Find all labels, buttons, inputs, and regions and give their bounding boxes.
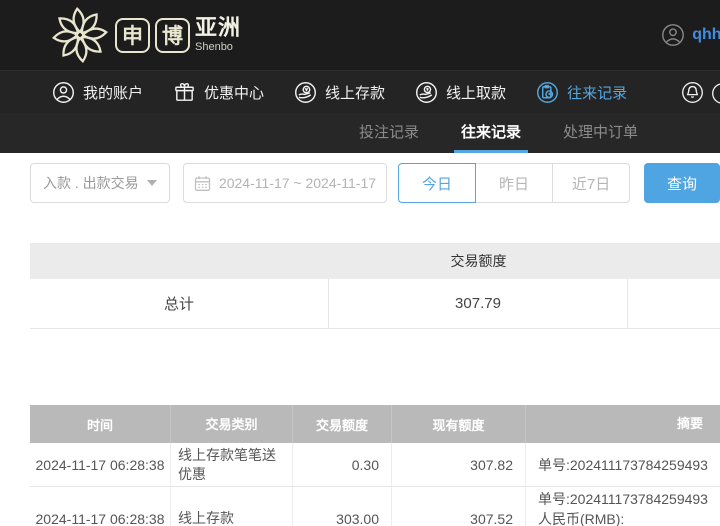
summary-total-label: 总计 [30,279,329,328]
quick-date-group: 今日 昨日 近7日 [398,163,631,203]
deposit-icon [295,81,317,103]
cell-summary: 单号:202411173784259493 [526,443,720,486]
username[interactable]: qhhw [692,26,720,44]
logo-suffix-en: Shenbo [195,41,233,53]
gift-icon [175,82,194,101]
transaction-type-select[interactable]: 入款 . 出款交易 [30,163,170,203]
main-nav: 我的账户 优惠中心 线上存款 线上取款 往来记录 [0,70,720,113]
nav-item-promotions[interactable]: 优惠中心 [173,81,264,104]
cell-balance: 307.52 [392,487,526,526]
table-row: 2024-11-17 06:28:38 线上存款 303.00 307.52 单… [30,487,720,526]
summary-line: 单号:202411173784259493 [538,490,708,507]
cell-type: 线上存款 [171,487,293,526]
nav-item-deposit[interactable]: 线上存款 [294,81,385,104]
logo-char-box: 申 [115,17,150,53]
page: 申 博 亚洲 Shenbo qhhw [0,0,720,526]
tab-label: 处理中订单 [563,124,639,141]
tab-processing-orders[interactable]: 处理中订单 [556,113,645,153]
calendar-icon [194,175,211,191]
nav-item-withdraw[interactable]: 线上取款 [415,81,506,104]
nav-notifications[interactable] [681,81,704,104]
cell-amount: 0.30 [293,443,392,486]
date-range-value: 2024-11-17 ~ 2024-11-17 [218,175,377,191]
date-range-input[interactable]: 2024-11-17 ~ 2024-11-17 [182,163,388,203]
nav-label: 线上取款 [446,84,507,102]
nav-item-records[interactable]: 往来记录 [536,81,627,104]
col-header-summary: 摘要 [676,416,703,431]
logo-suffix: 亚洲 Shenbo [195,17,241,53]
user-icon [53,81,74,103]
quick-label: 昨日 [499,175,530,193]
summary-header-row: 交易额度 [30,243,720,279]
logo-char: 申 [122,25,143,48]
tab-betting-records[interactable]: 投注记录 [352,113,426,153]
logo[interactable]: 申 博 亚洲 Shenbo [50,5,241,65]
summary-total-value: 307.79 [329,279,628,328]
tab-transaction-records[interactable]: 往来记录 [454,113,529,153]
brand-header: 申 博 亚洲 Shenbo qhhw [0,0,720,70]
records-icon [537,81,559,103]
nav-label: 往来记录 [567,84,628,102]
quick-label: 近7日 [571,175,611,193]
last-7-days-button[interactable]: 近7日 [552,163,631,203]
summary-table: 交易额度 总计 307.79 [30,243,720,329]
avatar-icon [662,24,685,46]
search-button[interactable]: 查询 [644,163,720,203]
partial-nav-icon [711,82,720,110]
summary-empty-cell [628,279,720,328]
filter-row: 入款 . 出款交易 2024-11-17 ~ 2024-11-17 今日 昨日 … [30,163,720,203]
records-table: 时间 交易类别 交易额度 现有额度 摘要 2024-11-17 06:28:38… [30,405,720,526]
table-row: 2024-11-17 06:28:38 线上存款笔笔送优惠 0.30 307.8… [30,443,720,487]
nav-label: 优惠中心 [204,84,265,102]
nav-label: 我的账户 [83,84,144,102]
cell-type: 线上存款笔笔送优惠 [171,443,293,486]
cell-amount: 303.00 [293,487,392,526]
withdraw-icon [416,81,438,103]
bell-icon [682,81,703,103]
record-tabs: 投注记录 往来记录 处理中订单 [0,113,720,153]
user-area[interactable]: qhhw [661,23,720,47]
records-header-row: 时间 交易类别 交易额度 现有额度 摘要 [30,405,720,443]
chevron-down-icon [146,180,157,186]
type-select-value: 入款 . 出款交易 [43,175,139,191]
tab-label: 往来记录 [461,124,522,141]
flower-logo-icon [52,7,108,63]
logo-char-box: 博 [155,17,190,53]
cell-summary: 单号:202411173784259493 人民币(RMB): 303 [526,487,720,526]
col-header-balance: 现有额度 [392,405,526,443]
quick-label: 今日 [422,175,453,193]
logo-suffix-cn: 亚洲 [195,15,242,40]
col-header-time: 时间 [30,405,171,443]
cell-time: 2024-11-17 06:28:38 [30,487,171,526]
col-header-amount: 交易额度 [293,405,392,443]
summary-total-row: 总计 307.79 [30,279,720,329]
col-header-type: 交易类别 [171,405,293,443]
cell-time: 2024-11-17 06:28:38 [30,443,171,486]
summary-line: 单号:202411173784259493 [538,456,708,473]
summary-header-amount: 交易额度 [450,253,507,269]
summary-line: 人民币(RMB): [538,510,625,526]
tab-label: 投注记录 [359,124,420,141]
nav-label: 线上存款 [325,84,386,102]
cell-balance: 307.82 [392,443,526,486]
nav-item-my-account[interactable]: 我的账户 [52,81,143,104]
today-button[interactable]: 今日 [398,163,477,203]
logo-char: 博 [162,25,183,48]
yesterday-button[interactable]: 昨日 [475,163,554,203]
